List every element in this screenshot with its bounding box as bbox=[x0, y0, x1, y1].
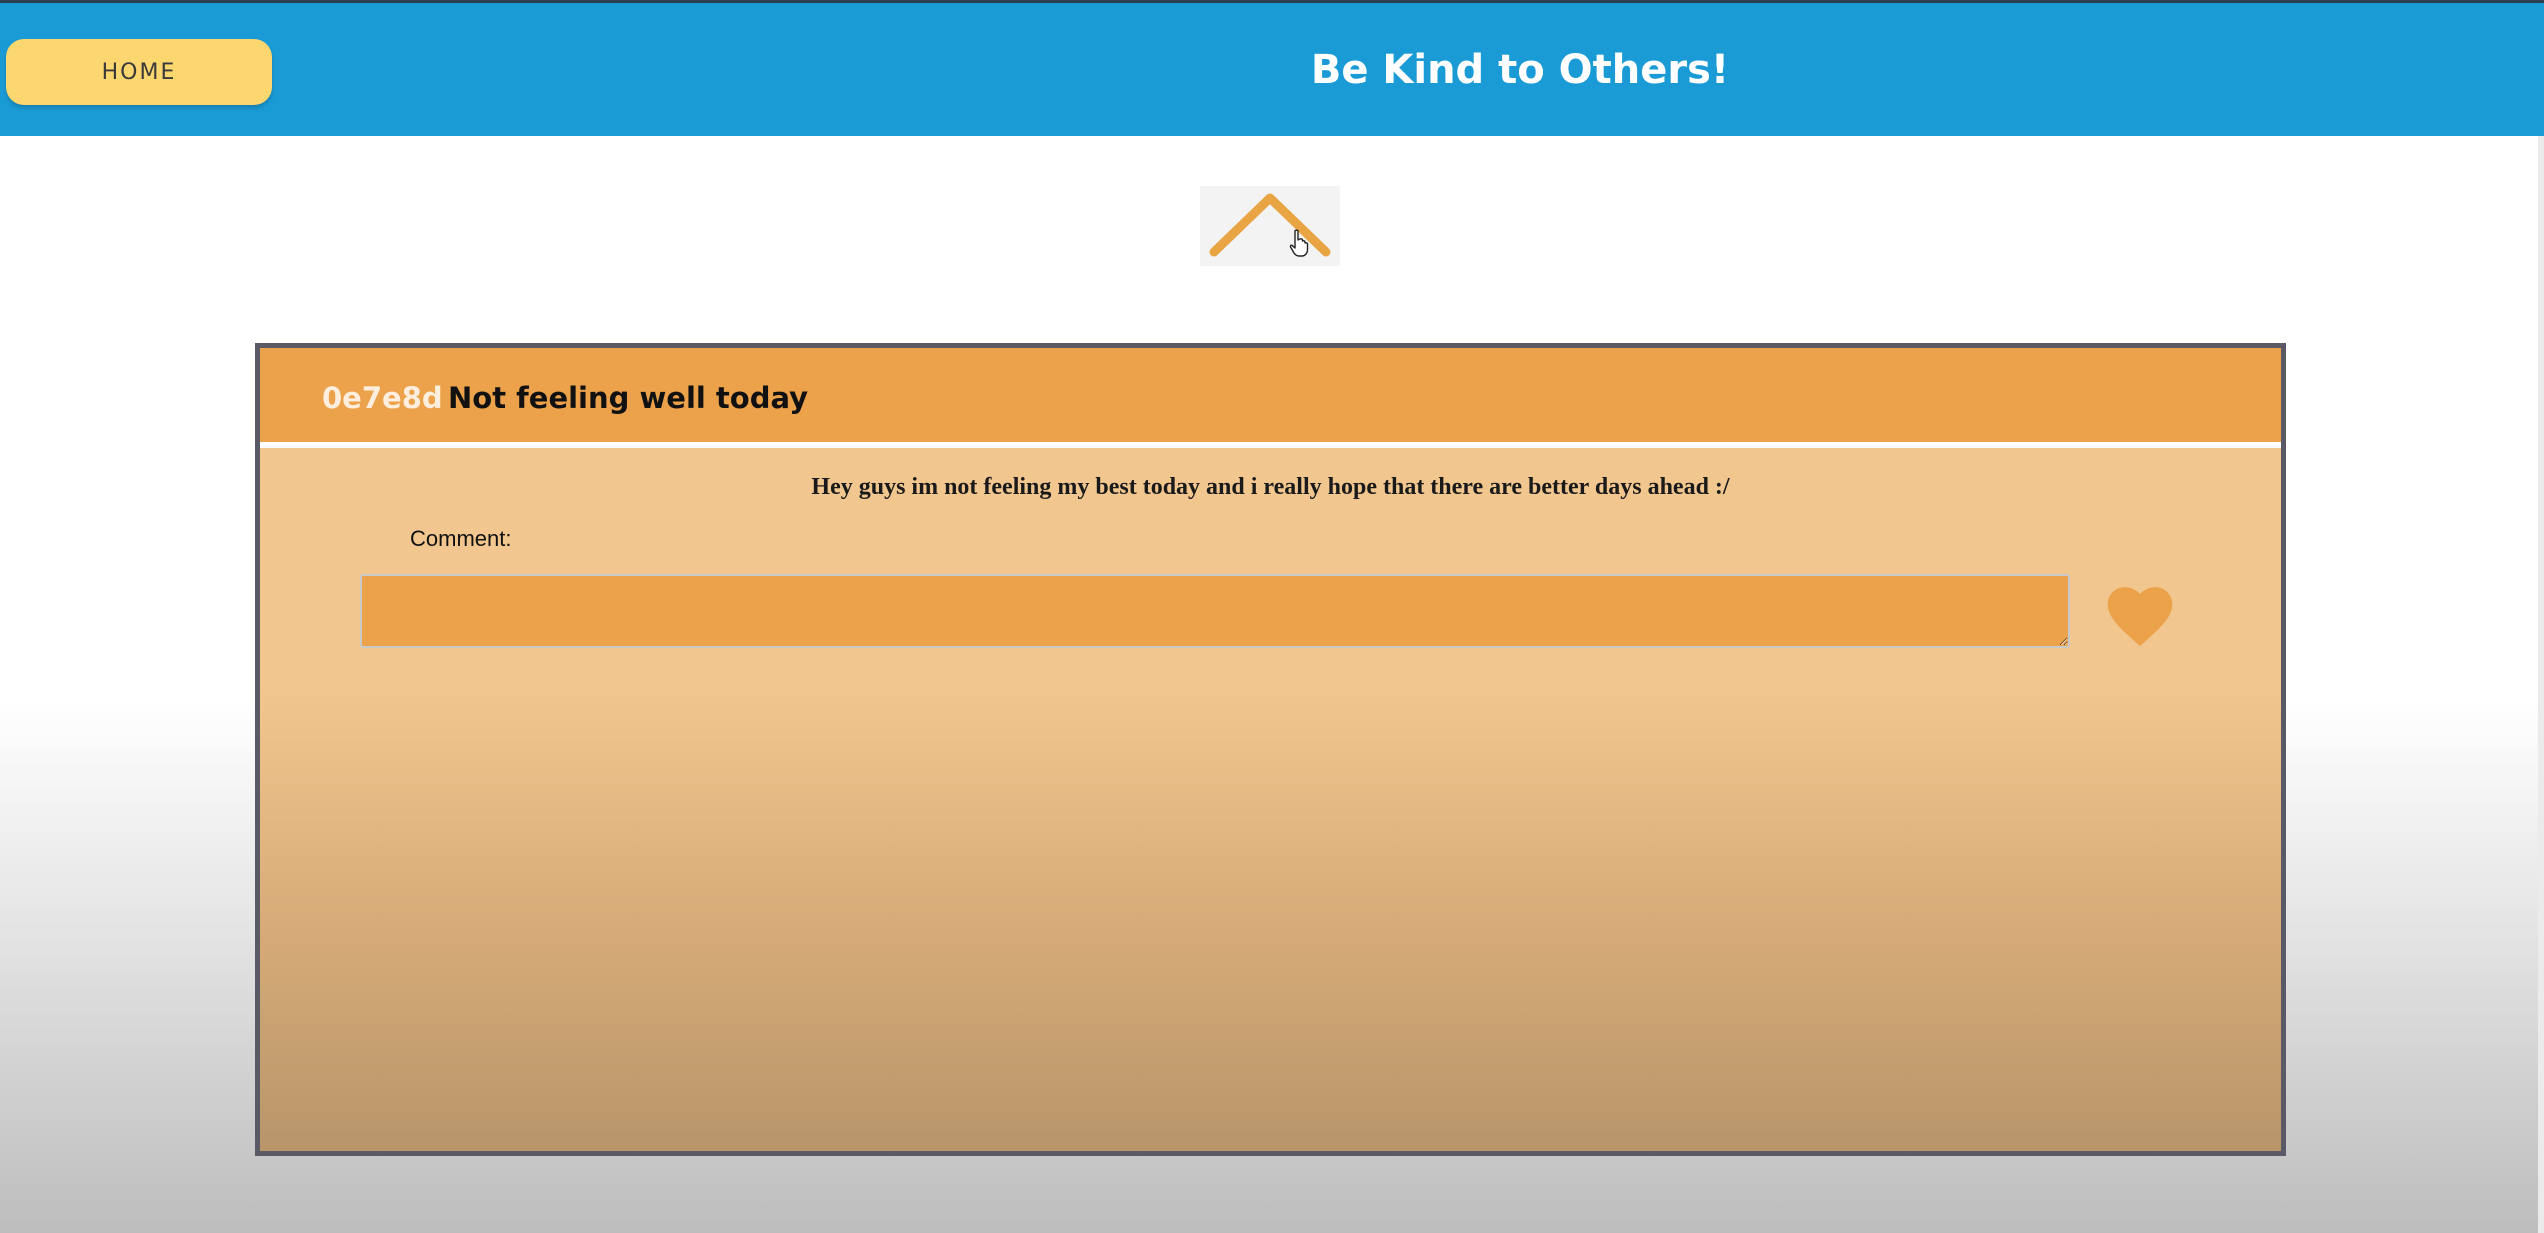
like-button[interactable] bbox=[2102, 578, 2178, 650]
post-title: Not feeling well today bbox=[448, 381, 809, 415]
site-title: Be Kind to Others! bbox=[1310, 47, 1730, 93]
post-card: 0e7e8d Not feeling well today Hey guys i… bbox=[255, 343, 2286, 1156]
page-right-edge bbox=[2538, 136, 2544, 1233]
top-navigation-bar: HOME Be Kind to Others! bbox=[0, 0, 2544, 136]
chevron-up-icon bbox=[1209, 193, 1331, 257]
comment-input[interactable] bbox=[360, 574, 2070, 648]
post-body: Hey guys im not feeling my best today an… bbox=[811, 474, 1730, 500]
scroll-to-top-button[interactable] bbox=[1200, 186, 1340, 266]
home-button[interactable]: HOME bbox=[6, 39, 272, 105]
comment-label: Comment: bbox=[410, 526, 512, 551]
post-id: 0e7e8d bbox=[322, 381, 443, 415]
heart-icon bbox=[2107, 587, 2173, 647]
post-header: 0e7e8d Not feeling well today bbox=[260, 348, 2281, 448]
